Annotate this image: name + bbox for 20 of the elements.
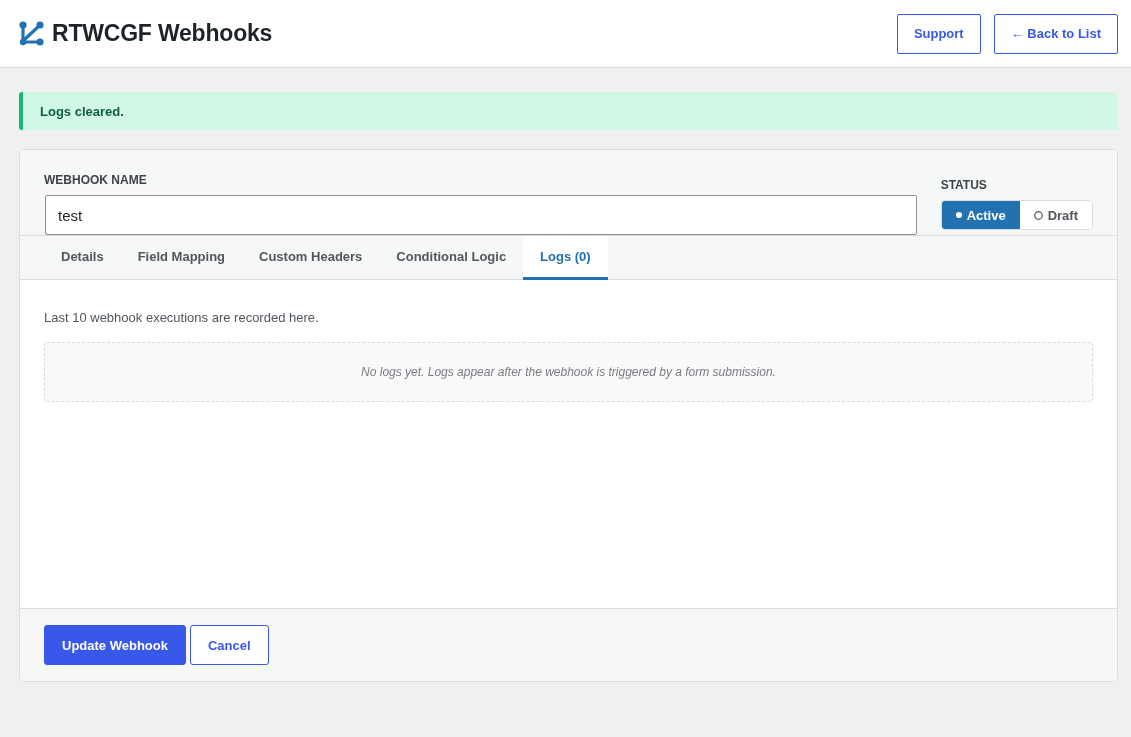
connected-nodes-icon: [19, 21, 44, 46]
status-option[interactable]: Active: [941, 201, 1020, 229]
cancel-button[interactable]: Cancel: [189, 625, 269, 665]
tab[interactable]: Logs (0): [523, 236, 608, 280]
logs-description: Last 10 webhook executions are recorded here.: [44, 309, 320, 327]
field-label: STATUS: [940, 178, 988, 192]
tab[interactable]: Custom Headers: [242, 236, 380, 280]
circle-icon: [1033, 210, 1043, 220]
dot-icon: [955, 212, 962, 218]
page-title: RTWCGF Webhooks: [52, 20, 273, 47]
tab[interactable]: Field Mapping: [120, 236, 243, 280]
update-button[interactable]: Update Webhook: [44, 625, 186, 665]
tab[interactable]: Details: [44, 236, 121, 280]
notice-message: Logs cleared.: [19, 92, 1118, 130]
tab[interactable]: Conditional Logic: [379, 236, 524, 280]
field-label: WEBHOOK NAME: [44, 173, 148, 187]
webhook-name-field[interactable]: test: [45, 195, 917, 235]
support-button[interactable]: Support: [896, 13, 981, 54]
empty-logs-message: No logs yet. Logs appear after the webhook is triggered by a form submission.: [44, 342, 1093, 402]
back-button[interactable]: ← Back to List: [993, 13, 1118, 54]
